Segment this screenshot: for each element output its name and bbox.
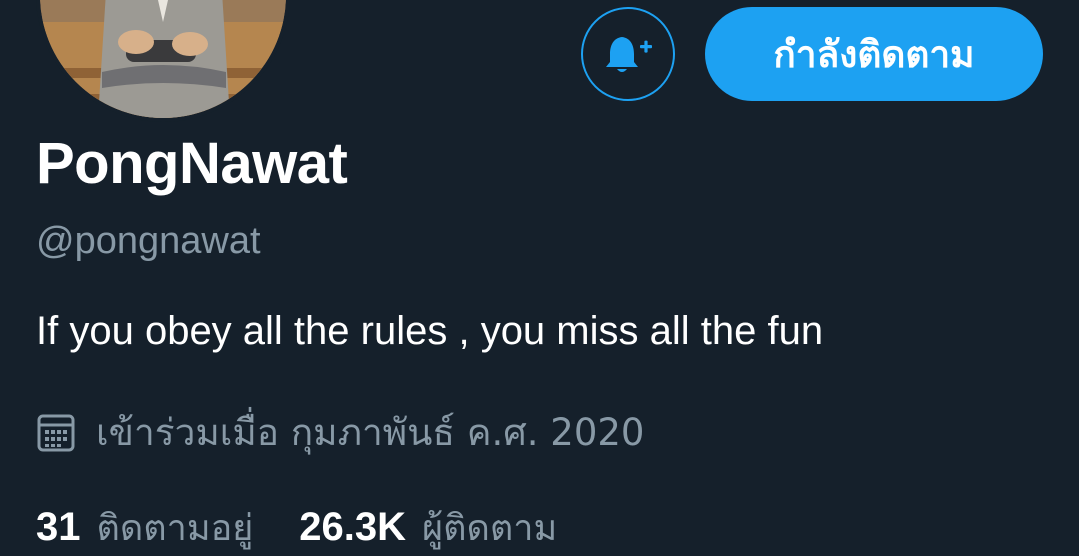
following-button[interactable]: กำลังติดตาม	[705, 7, 1043, 101]
avatar[interactable]	[36, 0, 290, 122]
profile-photo	[40, 0, 286, 118]
user-handle: @pongnawat	[36, 220, 261, 262]
profile-stats: 31 ติดตามอยู่ 26.3K ผู้ติดตาม	[36, 499, 557, 556]
calendar-icon	[37, 414, 75, 451]
join-date-text: เข้าร่วมเมื่อ กุมภาพันธ์ ค.ศ. 2020	[96, 411, 645, 454]
display-name: PongNawat	[36, 131, 348, 196]
user-bio: If you obey all the rules , you miss all…	[36, 309, 824, 353]
following-count: 31	[36, 505, 81, 549]
join-date: เข้าร่วมเมื่อ กุมภาพันธ์ ค.ศ. 2020	[36, 403, 644, 462]
notifications-button[interactable]	[581, 7, 675, 101]
following-label: ติดตามอยู่	[96, 508, 254, 549]
followers-label: ผู้ติดตาม	[422, 508, 558, 549]
following-stat[interactable]: 31 ติดตามอยู่	[36, 499, 253, 556]
followers-count: 26.3K	[299, 505, 407, 549]
followers-stat[interactable]: 26.3K ผู้ติดตาม	[299, 499, 557, 556]
bell-plus-icon	[606, 37, 652, 72]
